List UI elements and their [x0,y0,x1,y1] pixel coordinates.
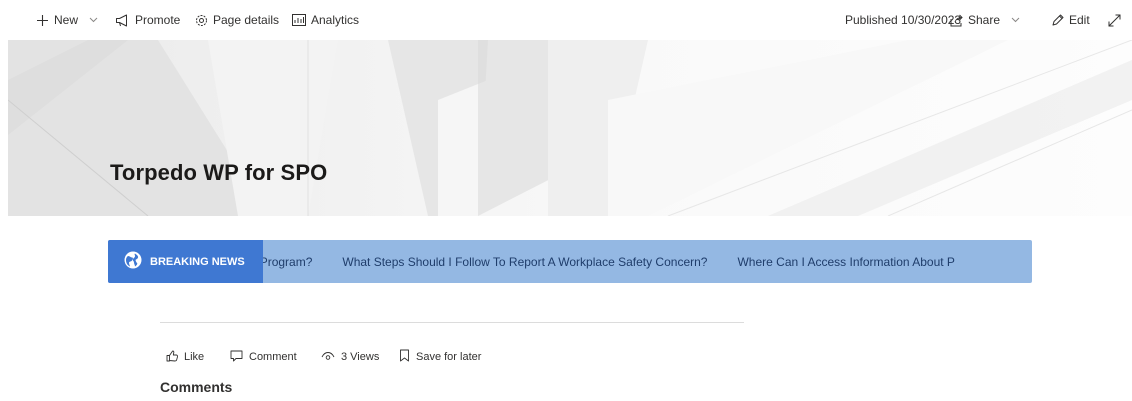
eye-icon [321,351,335,364]
edit-button[interactable]: Edit [1051,0,1090,40]
edit-label: Edit [1069,13,1090,27]
breaking-news-label: BREAKING NEWS [150,255,245,268]
breaking-news-badge: BREAKING NEWS [108,240,263,283]
pencil-icon [1051,14,1064,27]
share-label: Share [968,13,1001,27]
content-divider [160,322,744,323]
new-button[interactable]: New [36,0,98,40]
comment-button[interactable]: Comment [230,350,297,364]
share-icon [950,14,963,27]
save-for-later-button[interactable]: Save for later [399,349,482,365]
like-button[interactable]: Like [166,350,204,364]
published-label: Published 10/30/2023 [845,13,962,27]
chevron-down-icon [1011,17,1020,23]
promote-label: Promote [135,13,181,27]
gear-icon [195,14,208,27]
analytics-icon [292,14,306,26]
comment-icon [230,350,243,365]
like-label: Like [184,351,205,363]
news-item[interactable]: Where Can I Access Information About P [737,255,954,269]
thumbs-up-icon [166,350,178,365]
expand-button[interactable] [1108,0,1121,40]
page-details-label: Page details [213,13,280,27]
command-bar: New Promote Page details Analytics Publi… [0,0,1132,40]
page-title: Torpedo WP for SPO [110,160,328,185]
globe-icon [124,251,142,272]
analytics-label: Analytics [311,13,360,27]
news-item[interactable]: What Steps Should I Follow To Report A W… [342,255,707,269]
news-item[interactable]: ellness Program? [263,255,312,269]
hero-banner: Torpedo WP for SPO [8,40,1132,216]
analytics-button[interactable]: Analytics [292,0,359,40]
news-ticker: ellness Program? What Steps Should I Fol… [263,240,1032,283]
breaking-news-bar: BREAKING NEWS ellness Program? What Step… [108,240,1032,283]
expand-icon [1108,14,1121,27]
page-details-button[interactable]: Page details [195,0,279,40]
news-ticker-track: ellness Program? What Steps Should I Fol… [263,240,955,283]
new-label: New [54,13,79,27]
share-button[interactable]: Share [950,0,1020,40]
megaphone-icon [115,14,130,27]
promote-button[interactable]: Promote [115,0,180,40]
bookmark-icon [399,349,410,365]
save-for-later-label: Save for later [416,351,482,363]
chevron-down-icon [89,17,98,23]
comment-label: Comment [249,351,297,363]
comments-heading: Comments [160,379,233,395]
views-count: 3 Views [321,350,379,364]
plus-icon [36,14,49,27]
published-status: Published 10/30/2023 [845,0,961,40]
views-label: 3 Views [341,351,380,363]
hero-background-image [8,40,1132,216]
